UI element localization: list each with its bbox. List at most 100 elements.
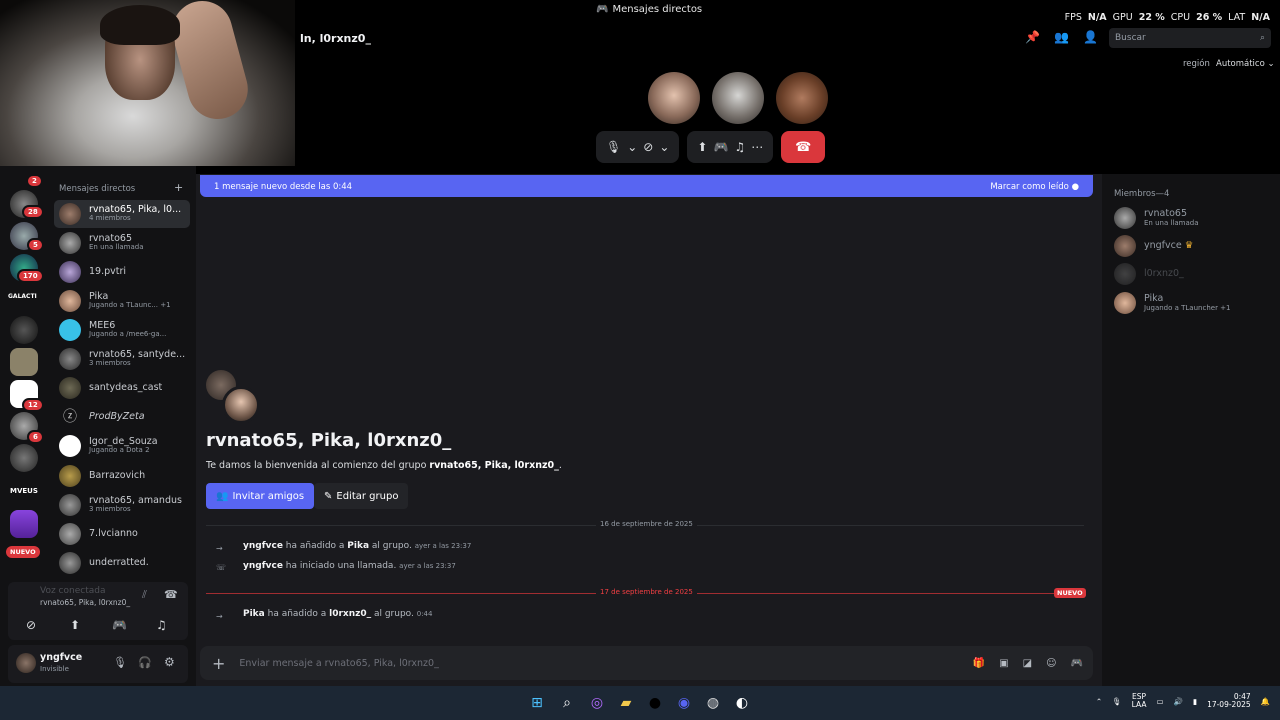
app-icon[interactable]: ●	[646, 694, 664, 712]
dm-header: Mensajes directos	[59, 184, 136, 194]
msg-user[interactable]: yngfvce	[243, 541, 283, 551]
dm-item[interactable]: underratted.	[54, 549, 190, 577]
msg-user[interactable]: Pika	[243, 609, 265, 619]
dm-item[interactable]: 19.pvtri	[54, 258, 190, 286]
sticker-icon[interactable]: ◪	[1023, 658, 1032, 669]
plus-icon[interactable]: +	[174, 181, 183, 194]
dm-item[interactable]: rvnato65, amandus 3 miembros	[54, 491, 190, 519]
msg-target[interactable]: l0rxnz0_	[329, 609, 371, 619]
member-item[interactable]: yngfvce ♛	[1114, 235, 1193, 257]
windows-start-icon[interactable]: ⊞	[528, 694, 546, 712]
dm-item[interactable]: rvnato65 En una llamada	[54, 229, 190, 257]
new-messages-banner[interactable]: 1 mensaje nuevo desde las 0:44 Marcar co…	[200, 175, 1093, 197]
server-galactic[interactable]: GALACTI	[8, 293, 37, 300]
noise-suppression-icon[interactable]: ⫽	[142, 588, 147, 602]
avatar	[59, 261, 81, 283]
avatar	[59, 232, 81, 254]
member-item[interactable]: rvnato65 En una llamada	[1114, 207, 1199, 229]
chrome-icon[interactable]: ◍	[704, 694, 722, 712]
screen-share-icon[interactable]: ⬆	[697, 140, 707, 154]
camera-off-icon[interactable]: ⊘	[26, 618, 36, 632]
add-attachment-icon[interactable]: +	[212, 654, 225, 673]
server-icon[interactable]	[10, 348, 38, 376]
member-name: Pika	[1144, 292, 1164, 304]
group-welcome: Te damos la bienvenida al comienzo del g…	[206, 460, 562, 471]
soundboard-icon[interactable]: ♫	[156, 618, 167, 632]
message-composer[interactable]: + Enviar mensaje a rvnato65, Pika, l0rxn…	[200, 646, 1093, 680]
invite-friends-button[interactable]: 👥 Invitar amigos	[206, 483, 315, 509]
dm-item[interactable]: rvnato65, Pika, l0... 4 miembros	[54, 200, 190, 228]
taskbar: ⊞ ⌕ ◎ ▰ ● ◉ ◍ ◐ ⌃ 🎙 ESP LAA ▭ 🔊 ▮ 0:47 17-…	[0, 686, 1280, 720]
msg-target[interactable]: Pika	[347, 541, 369, 551]
user-name[interactable]: yngfvce	[40, 652, 82, 663]
screen-share-icon[interactable]: ⬆	[70, 618, 80, 632]
avatar	[59, 290, 81, 312]
headphones-icon[interactable]: 🎧	[138, 656, 152, 669]
search-input[interactable]: Buscar ⌕	[1109, 28, 1271, 48]
dm-item[interactable]: Barrazovich	[54, 462, 190, 490]
chevron-up-icon[interactable]: ⌃	[1096, 697, 1102, 706]
emoji-icon[interactable]: ☺	[1046, 658, 1056, 669]
more-icon[interactable]: ⋯	[751, 140, 763, 154]
region-select[interactable]: Automático ⌄	[1216, 59, 1275, 69]
window-title: 🎮 Mensajes directos	[596, 4, 703, 15]
gift-icon[interactable]: 🎁	[973, 658, 985, 669]
dm-item[interactable]: 7.lvcianno	[54, 520, 190, 548]
clock[interactable]: 0:47 17-09-2025	[1207, 692, 1251, 710]
welcome-suffix: .	[558, 460, 562, 471]
language-indicator[interactable]: ESP LAA	[1132, 692, 1147, 710]
mark-read-icon: ●	[1071, 182, 1079, 192]
pin-icon[interactable]: 📌	[1025, 30, 1040, 44]
app-icon[interactable]: ◐	[733, 694, 751, 712]
server-icon[interactable]	[10, 510, 38, 538]
call-avatar-1[interactable]	[648, 72, 700, 124]
search-icon[interactable]: ⌕	[558, 694, 576, 712]
member-item[interactable]: l0rxnz0_	[1114, 263, 1184, 285]
dm-item[interactable]: Pika Jugando a TLaunc... +1	[54, 287, 190, 315]
apps-icon[interactable]: 🎮	[1071, 658, 1083, 669]
volume-icon[interactable]: 🔊	[1174, 697, 1183, 706]
group-avatar-front	[222, 386, 260, 424]
dm-item[interactable]: rvnato65, santyde... 3 miembros	[54, 345, 190, 373]
mark-read-button[interactable]: Marcar como leído ●	[990, 182, 1079, 192]
disconnect-button[interactable]: ☎	[781, 131, 826, 163]
battery-icon[interactable]: ▮	[1193, 697, 1197, 706]
notification-icon[interactable]: 🔔	[1261, 697, 1270, 706]
chevron-down-icon[interactable]: ⌄	[627, 140, 637, 154]
discord-icon[interactable]: ◉	[675, 694, 693, 712]
dm-item[interactable]: Igor_de_Souza Jugando a Dota 2	[54, 432, 190, 460]
server-icon[interactable]	[10, 444, 38, 472]
call-avatar-2[interactable]	[712, 72, 764, 124]
soundboard-icon[interactable]: ♫	[734, 140, 745, 154]
new-badge[interactable]: NUEVO	[6, 546, 40, 558]
dm-item[interactable]: santydeas_cast	[54, 374, 190, 402]
dm-item[interactable]: MEE6 Jugando a /mee6-ga...	[54, 316, 190, 344]
activity-icon[interactable]: 🎮	[713, 140, 728, 154]
disconnect-icon[interactable]: ☎	[164, 588, 178, 601]
gear-icon[interactable]: ⚙	[164, 655, 175, 669]
microphone-icon[interactable]: 🎙	[1112, 697, 1122, 706]
msg-user[interactable]: yngfvce	[243, 561, 283, 571]
member-item[interactable]: Pika Jugando a TLauncher +1	[1114, 292, 1231, 314]
activity-icon[interactable]: 🎮	[112, 618, 127, 632]
gif-icon[interactable]: ▣	[999, 658, 1008, 669]
voice-channel[interactable]: rvnato65, Pika, l0rxnz0_	[40, 598, 130, 607]
crown-icon: ♛	[1184, 239, 1194, 251]
avatar	[59, 319, 81, 341]
avatar[interactable]	[16, 653, 36, 673]
dm-item[interactable]: ⓩ ProdByZeta	[54, 403, 190, 431]
edit-group-button[interactable]: ✎ Editar grupo	[314, 483, 409, 509]
folder-icon[interactable]: ▰	[617, 694, 635, 712]
chevron-down-icon[interactable]: ⌄	[659, 140, 669, 154]
microphone-icon[interactable]: 🎙	[113, 656, 127, 669]
add-friend-icon[interactable]: 👥	[1054, 30, 1069, 44]
mic-control[interactable]: 🎙 ⌄ ⊘ ⌄	[596, 131, 680, 163]
server-mveus[interactable]: MVEUS	[10, 487, 38, 495]
microphone-icon[interactable]: 🎙	[606, 140, 621, 154]
server-icon[interactable]	[10, 316, 38, 344]
call-avatar-3[interactable]	[776, 72, 828, 124]
members-icon[interactable]: 👤	[1083, 30, 1098, 44]
camera-off-icon[interactable]: ⊘	[643, 140, 653, 154]
network-icon[interactable]: ▭	[1156, 697, 1163, 706]
app-icon[interactable]: ◎	[588, 694, 606, 712]
